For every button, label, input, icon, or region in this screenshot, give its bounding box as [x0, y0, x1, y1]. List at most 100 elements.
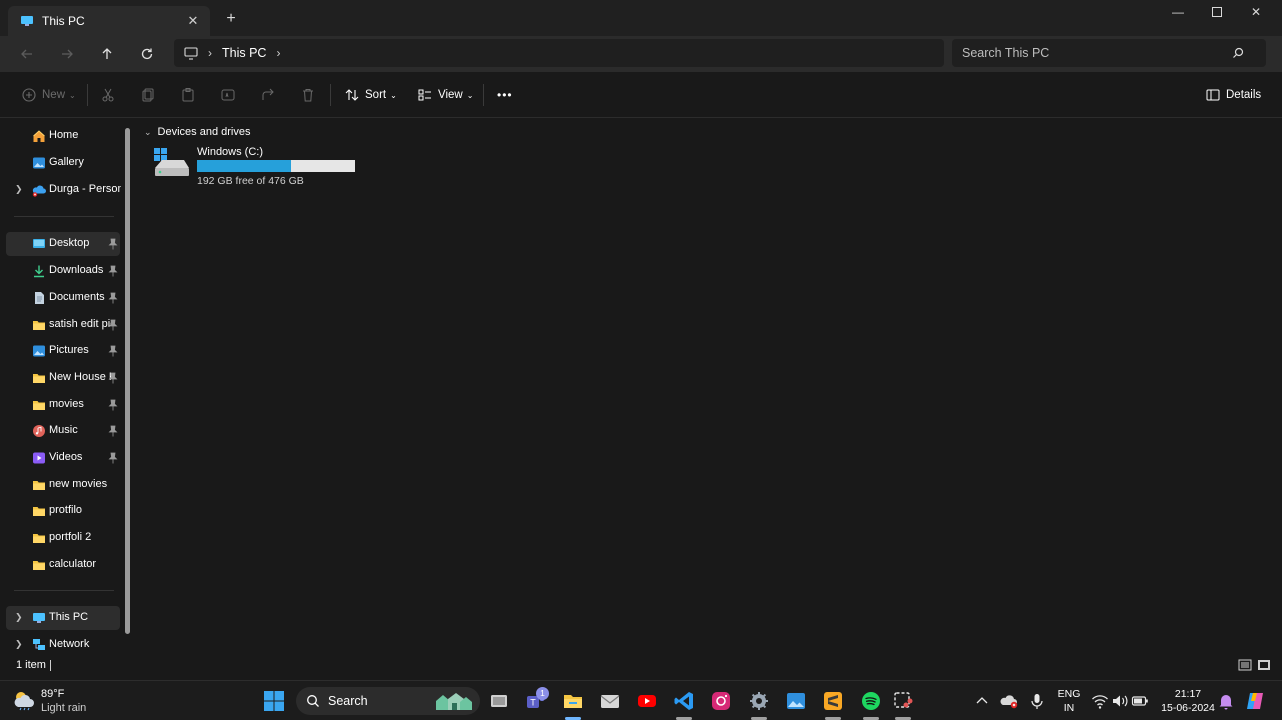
copilot-icon[interactable]: [1244, 690, 1266, 712]
battery-icon[interactable]: [1131, 690, 1149, 712]
sidebar-item-desktop[interactable]: Desktop: [6, 232, 120, 256]
pin-icon[interactable]: [108, 265, 118, 277]
mail-icon[interactable]: [599, 690, 621, 712]
onedrive-icon: [32, 185, 46, 197]
vscode-icon[interactable]: [673, 690, 695, 712]
windows-start-icon[interactable]: [263, 690, 285, 712]
maximize-button[interactable]: [1197, 0, 1237, 24]
search-icon: [1233, 47, 1244, 58]
pin-icon[interactable]: [108, 319, 118, 331]
sidebar-item-documents[interactable]: Documents: [6, 286, 120, 310]
sidebar-item-this-pc[interactable]: ❯ This PC: [6, 606, 120, 630]
settings-gear-icon[interactable]: [748, 690, 770, 712]
snipping-tool-icon[interactable]: [892, 690, 914, 712]
weather-condition[interactable]: Light rain: [41, 702, 86, 714]
taskbar-search[interactable]: Search: [296, 687, 480, 715]
rename-button[interactable]: [220, 84, 236, 106]
sidebar-item-calculator[interactable]: calculator: [6, 553, 120, 577]
sublime-text-icon[interactable]: [822, 690, 844, 712]
up-button[interactable]: [93, 40, 121, 68]
keyboard-layout[interactable]: IN: [1055, 702, 1083, 714]
share-button[interactable]: [260, 84, 276, 106]
close-window-button[interactable]: ✕: [1236, 0, 1276, 24]
pin-icon[interactable]: [108, 292, 118, 304]
copy-button[interactable]: [140, 84, 156, 106]
youtube-icon[interactable]: [636, 690, 658, 712]
folder-icon: [33, 401, 45, 410]
address-bar[interactable]: › This PC ›: [174, 39, 944, 67]
minimize-button[interactable]: —: [1158, 0, 1198, 24]
chevron-up-icon[interactable]: [972, 690, 992, 712]
chevron-right-icon[interactable]: ›: [276, 46, 280, 60]
search-icon: [307, 695, 319, 707]
divider: [483, 84, 484, 106]
chevron-right-icon[interactable]: ❯: [15, 184, 23, 195]
pc-icon: [21, 16, 33, 26]
cut-button[interactable]: [100, 84, 116, 106]
file-explorer-icon[interactable]: [562, 690, 584, 712]
new-button[interactable]: New ⌄: [21, 84, 76, 106]
more-options-button[interactable]: •••: [497, 84, 513, 106]
sidebar-scrollbar-thumb[interactable]: [125, 128, 130, 634]
tiles-view-icon[interactable]: [1257, 658, 1271, 672]
chevron-right-icon[interactable]: ❯: [15, 612, 23, 623]
language-indicator[interactable]: ENG: [1055, 688, 1083, 700]
weather-temperature[interactable]: 89°F: [41, 688, 64, 700]
instagram-icon[interactable]: [710, 690, 732, 712]
sidebar-item-home[interactable]: Home: [6, 124, 120, 148]
refresh-button[interactable]: [133, 40, 161, 68]
view-label: View: [438, 89, 463, 101]
chevron-right-icon[interactable]: ❯: [15, 639, 23, 650]
close-tab-button[interactable]: ✕: [182, 10, 204, 32]
pin-icon[interactable]: [108, 345, 118, 357]
clock-date[interactable]: 15-06-2024: [1156, 702, 1220, 714]
wifi-icon[interactable]: [1091, 690, 1109, 712]
sidebar-item-videos[interactable]: Videos: [6, 446, 120, 470]
new-tab-button[interactable]: +: [220, 8, 242, 30]
clock-time[interactable]: 21:17: [1156, 688, 1220, 700]
sidebar-item-new-movies[interactable]: new movies: [6, 473, 120, 497]
pin-icon[interactable]: [108, 372, 118, 384]
sidebar-item-pictures[interactable]: Pictures: [6, 339, 120, 363]
sidebar-item-downloads[interactable]: Downloads: [6, 259, 120, 283]
sidebar-item-satish-edit-pics[interactable]: satish edit pics: [6, 313, 120, 337]
photos-icon[interactable]: [785, 690, 807, 712]
search-input[interactable]: [962, 46, 1232, 60]
sort-button[interactable]: Sort ⌄: [344, 84, 397, 106]
sidebar-item-movies[interactable]: movies: [6, 393, 120, 417]
pin-icon[interactable]: [108, 399, 118, 411]
back-button[interactable]: [13, 40, 41, 68]
view-list-icon: [418, 89, 431, 101]
spotify-icon[interactable]: [860, 690, 882, 712]
group-header-devices[interactable]: ⌄ Devices and drives: [144, 126, 250, 138]
pin-icon[interactable]: [108, 238, 118, 250]
sidebar-item-label: movies: [49, 398, 84, 410]
sidebar-item-network[interactable]: ❯ Network: [6, 633, 120, 657]
volume-icon[interactable]: [1111, 690, 1129, 712]
delete-button[interactable]: [300, 84, 316, 106]
weather-rain-icon[interactable]: [12, 689, 36, 711]
breadcrumb-this-pc[interactable]: This PC: [222, 46, 266, 60]
onedrive-error-icon[interactable]: [1000, 690, 1020, 712]
forward-button[interactable]: [53, 40, 81, 68]
view-button[interactable]: View ⌄: [417, 84, 473, 106]
task-view-icon[interactable]: [488, 690, 510, 712]
details-view-icon[interactable]: [1238, 658, 1252, 672]
sidebar-item-music[interactable]: Music: [6, 419, 120, 443]
tab-this-pc[interactable]: This PC ✕: [8, 6, 210, 36]
microphone-icon[interactable]: [1027, 690, 1047, 712]
sidebar-item-new-house-files[interactable]: New House Files: [6, 366, 120, 390]
paste-button[interactable]: [180, 84, 196, 106]
pin-icon[interactable]: [108, 452, 118, 464]
pin-icon[interactable]: [108, 425, 118, 437]
search-box[interactable]: [952, 39, 1266, 67]
sidebar-item-protfilo[interactable]: protfilo: [6, 499, 120, 523]
sidebar-item-gallery[interactable]: Gallery: [6, 151, 120, 175]
notification-bell-icon[interactable]: [1217, 690, 1235, 712]
details-button[interactable]: Details: [1205, 84, 1261, 106]
drive-icon: [154, 148, 189, 176]
sidebar-item-onedrive[interactable]: ❯ Durga - Personal: [6, 178, 121, 202]
sidebar-item-portfoli-2[interactable]: portfoli 2: [6, 526, 120, 550]
divider: [50, 660, 51, 671]
drive-windows-c[interactable]: Windows (C:) 192 GB free of 476 GB: [152, 144, 358, 187]
